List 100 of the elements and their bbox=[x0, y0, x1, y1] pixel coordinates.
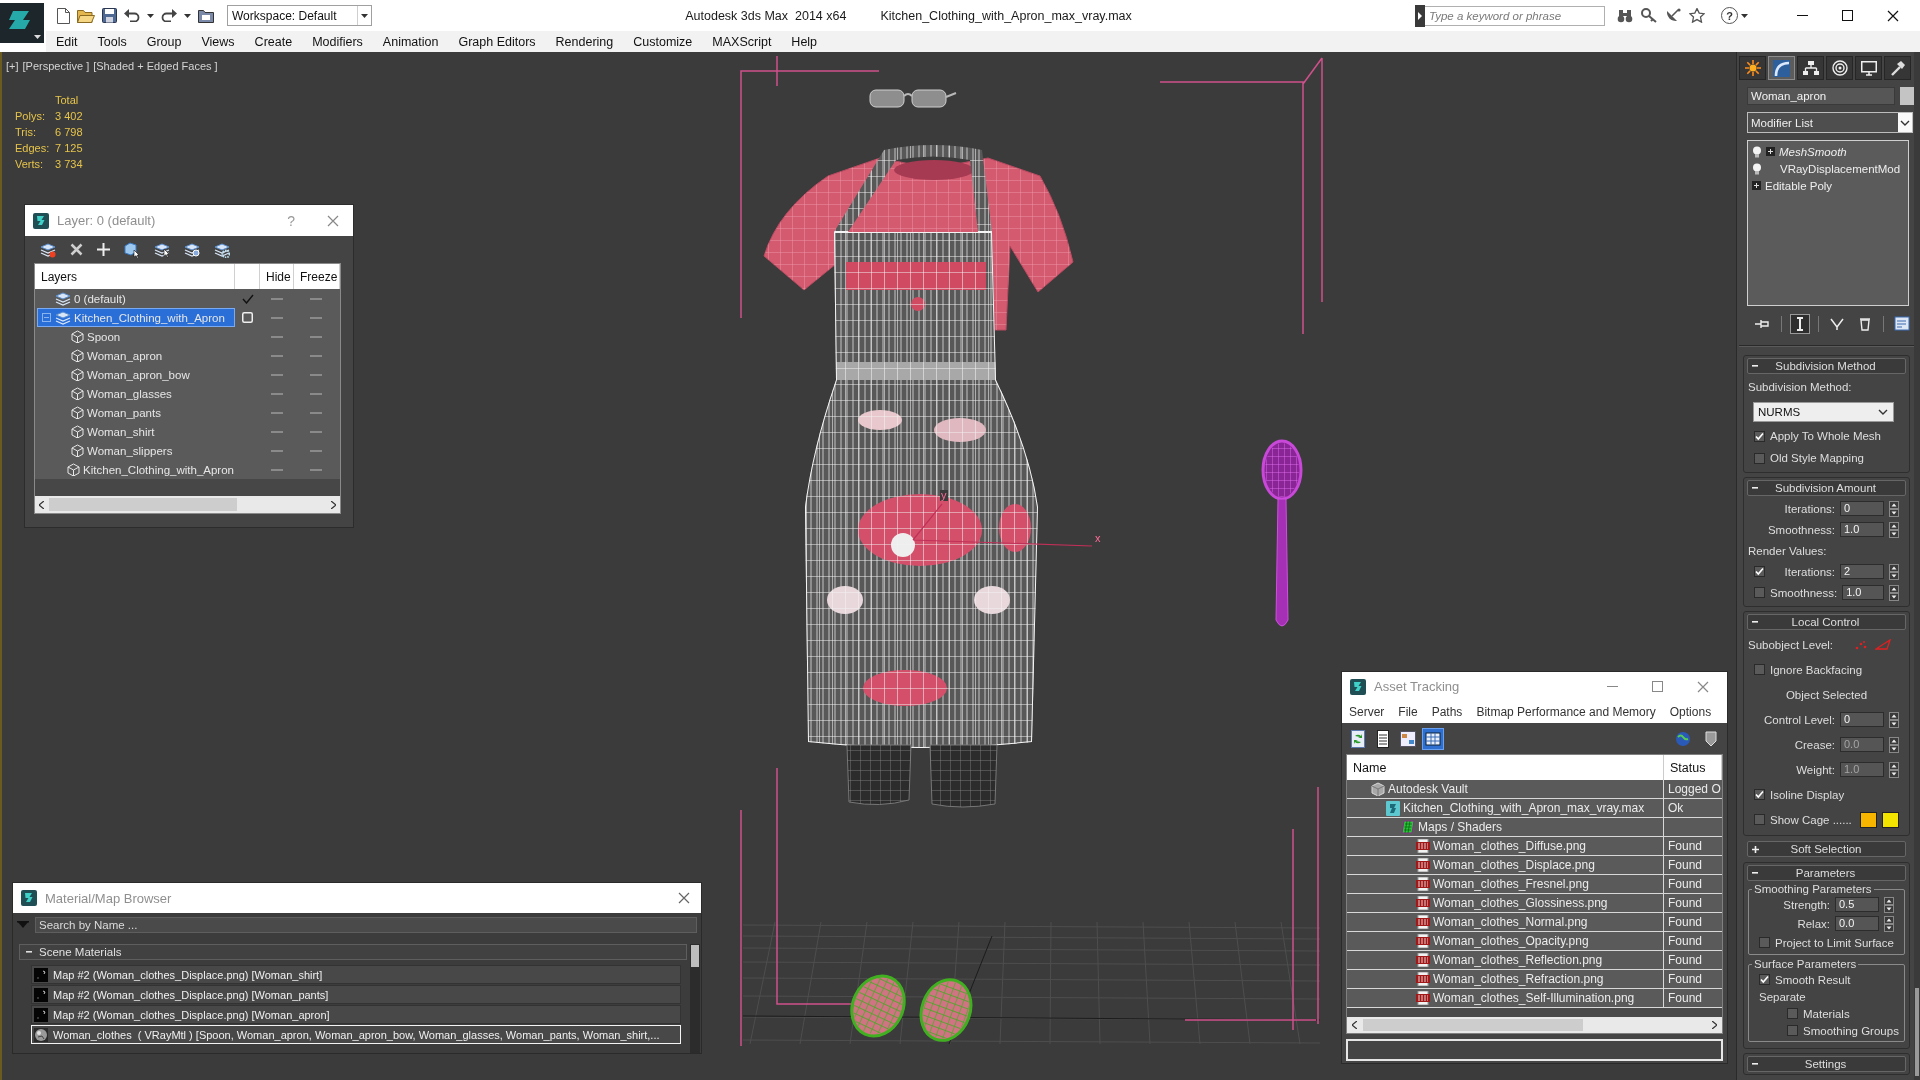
menu-item[interactable]: Animation bbox=[372, 31, 449, 52]
menu-item[interactable]: Views bbox=[191, 31, 245, 52]
layers-cursor-icon[interactable] bbox=[154, 241, 170, 258]
caret-icon[interactable] bbox=[1741, 13, 1748, 18]
rollout-header[interactable]: Settings bbox=[1747, 1056, 1906, 1072]
spinner-field[interactable]: 0.5 bbox=[1835, 897, 1879, 912]
material-item[interactable]: Map #2 (Woman_clothes_Displace.png) [Woman_shirt] bbox=[31, 965, 681, 984]
spinner-field[interactable]: 1.0 bbox=[1842, 585, 1884, 600]
layer-item[interactable]: Woman_slippers bbox=[37, 441, 235, 460]
viewport-menu[interactable]: [+] bbox=[6, 60, 19, 72]
folder-icon[interactable] bbox=[198, 8, 214, 23]
menu-item[interactable]: Modifiers bbox=[302, 31, 373, 52]
checkbox[interactable] bbox=[1754, 430, 1765, 442]
dropdown[interactable]: NURMS bbox=[1753, 401, 1894, 422]
checkbox[interactable] bbox=[1759, 974, 1770, 985]
spinner-arrows-icon[interactable] bbox=[1889, 761, 1899, 778]
layer-item[interactable]: Woman_apron_bow bbox=[37, 365, 235, 384]
material-item[interactable]: Map #2 (Woman_clothes_Displace.png) [Woman_apron] bbox=[31, 1005, 681, 1024]
maximize-icon[interactable] bbox=[1842, 10, 1853, 21]
rollout-header[interactable]: Soft Selection bbox=[1747, 841, 1906, 857]
panel-tab[interactable] bbox=[1739, 56, 1766, 80]
spinner-arrows-icon[interactable] bbox=[1889, 500, 1899, 517]
menu-item[interactable]: Tools bbox=[87, 31, 137, 52]
redo-icon[interactable] bbox=[161, 9, 177, 22]
rollout-header[interactable]: Subdivision Amount bbox=[1747, 480, 1906, 496]
checkbox[interactable] bbox=[1754, 566, 1765, 577]
rollout-header[interactable]: Subdivision Method bbox=[1747, 358, 1906, 374]
asset-item[interactable]: Woman_clothes_Self-Illumination.png bbox=[1347, 989, 1635, 1007]
plus-box-icon[interactable] bbox=[1766, 147, 1775, 156]
layer-item[interactable]: Woman_shirt bbox=[37, 422, 235, 441]
swatch-icon[interactable] bbox=[1882, 811, 1899, 828]
name-field[interactable]: Woman_apron bbox=[1747, 87, 1895, 105]
bulb-icon[interactable] bbox=[1752, 162, 1762, 175]
scroll-left-icon[interactable] bbox=[39, 500, 44, 509]
scrollbar-thumb[interactable] bbox=[1363, 1019, 1583, 1031]
workspace-dropdown[interactable]: Workspace: Default bbox=[227, 5, 372, 26]
scrollbar-thumb[interactable] bbox=[49, 498, 237, 511]
layers-gear-icon[interactable] bbox=[214, 241, 230, 258]
asset-item[interactable]: Woman_clothes_Displace.png bbox=[1347, 856, 1595, 874]
app-logo-icon[interactable] bbox=[0, 3, 44, 43]
menu-item[interactable]: Bitmap Performance and Memory bbox=[1476, 705, 1656, 719]
material-item[interactable]: Woman_clothes ( VRayMtl ) [Spoon, Woman_apron, Woman_apron_bow, Woman_glasses, Woman_pants, Woman_shirt,... bbox=[31, 1025, 681, 1044]
asset-item[interactable]: Woman_clothes_Reflection.png bbox=[1347, 951, 1603, 969]
layer-item[interactable]: Kitchen_Clothing_with_Apron bbox=[37, 308, 235, 327]
scroll-right-icon[interactable] bbox=[331, 500, 336, 509]
checkbox[interactable] bbox=[1754, 587, 1765, 598]
material-item[interactable]: Map #2 (Woman_clothes_Displace.png) [Woman_pants] bbox=[31, 985, 681, 1004]
open-folder-icon[interactable] bbox=[77, 8, 95, 23]
asset-item[interactable]: Woman_clothes_Glossiness.png bbox=[1347, 894, 1608, 912]
modifier-item[interactable]: Editable Poly bbox=[1748, 177, 1908, 194]
asset-item[interactable]: Kitchen_Clothing_with_Apron_max_vray.max bbox=[1347, 799, 1645, 817]
spinner-arrows-icon[interactable] bbox=[1889, 563, 1899, 580]
asset-item[interactable]: Woman_clothes_Diffuse.png bbox=[1347, 837, 1586, 855]
scrollbar-thumb[interactable] bbox=[1915, 988, 1919, 1076]
layers-dot-icon[interactable] bbox=[40, 241, 56, 258]
search-field[interactable]: Type a keyword or phrase bbox=[1425, 5, 1605, 26]
menu-item[interactable]: Edit bbox=[46, 31, 88, 52]
vertical-scrollbar[interactable] bbox=[1914, 52, 1920, 1080]
swatch-icon[interactable] bbox=[1860, 811, 1877, 828]
spinner-arrows-icon[interactable] bbox=[1889, 521, 1899, 538]
viewport-menu[interactable]: [Perspective ] bbox=[22, 60, 90, 72]
swatch-icon[interactable] bbox=[1900, 87, 1914, 105]
vertex-dots-icon[interactable] bbox=[1855, 639, 1868, 650]
rollout-header[interactable]: Local Control bbox=[1747, 614, 1906, 630]
spinner-field[interactable]: 0.0 bbox=[1835, 916, 1879, 931]
modifier-item[interactable]: MeshSmooth bbox=[1748, 143, 1908, 160]
checkbox[interactable] bbox=[1787, 1008, 1798, 1019]
scroll-right-icon[interactable] bbox=[1712, 1021, 1717, 1029]
panel-tab[interactable] bbox=[1826, 56, 1853, 80]
spinner-arrows-icon[interactable] bbox=[1889, 711, 1899, 728]
undo-icon[interactable] bbox=[124, 9, 140, 22]
asset-item[interactable]: Woman_clothes_Fresnel.png bbox=[1347, 875, 1589, 893]
shield-icon[interactable] bbox=[1703, 730, 1719, 747]
spinner-arrows-icon[interactable] bbox=[1884, 915, 1894, 932]
asset-item[interactable]: Maps / Shaders bbox=[1347, 818, 1503, 836]
panel-tab[interactable] bbox=[1855, 56, 1882, 80]
menu-item[interactable]: Help bbox=[781, 31, 828, 52]
globe-icon[interactable] bbox=[1675, 730, 1691, 747]
menu-item[interactable]: Group bbox=[136, 31, 192, 52]
star-icon[interactable] bbox=[1689, 8, 1705, 23]
save-icon[interactable] bbox=[102, 8, 117, 23]
spinner-arrows-icon[interactable] bbox=[1889, 584, 1899, 601]
panel-tab[interactable] bbox=[1884, 56, 1911, 80]
search-field[interactable]: Search by Name ... bbox=[35, 917, 697, 933]
rollout-header[interactable]: Parameters bbox=[1747, 865, 1906, 881]
delete-icon[interactable] bbox=[70, 243, 83, 256]
checkbox[interactable] bbox=[1759, 937, 1770, 948]
table-icon[interactable] bbox=[1422, 727, 1444, 750]
layers-search-icon[interactable] bbox=[184, 241, 200, 258]
checkbox[interactable] bbox=[1754, 664, 1765, 675]
scroll-left-icon[interactable] bbox=[1352, 1021, 1357, 1029]
panel-tab[interactable] bbox=[1797, 56, 1824, 80]
layer-item[interactable]: Kitchen_Clothing_with_Apron bbox=[37, 460, 235, 479]
menu-item[interactable]: Server bbox=[1349, 705, 1385, 719]
layer-item[interactable]: Spoon bbox=[37, 327, 235, 346]
group-header[interactable]: Scene Materials bbox=[19, 944, 687, 960]
key-icon[interactable] bbox=[1641, 8, 1657, 23]
check-icon[interactable] bbox=[241, 293, 254, 304]
caret-icon[interactable] bbox=[184, 13, 191, 18]
horizontal-scrollbar[interactable] bbox=[1347, 1017, 1722, 1033]
